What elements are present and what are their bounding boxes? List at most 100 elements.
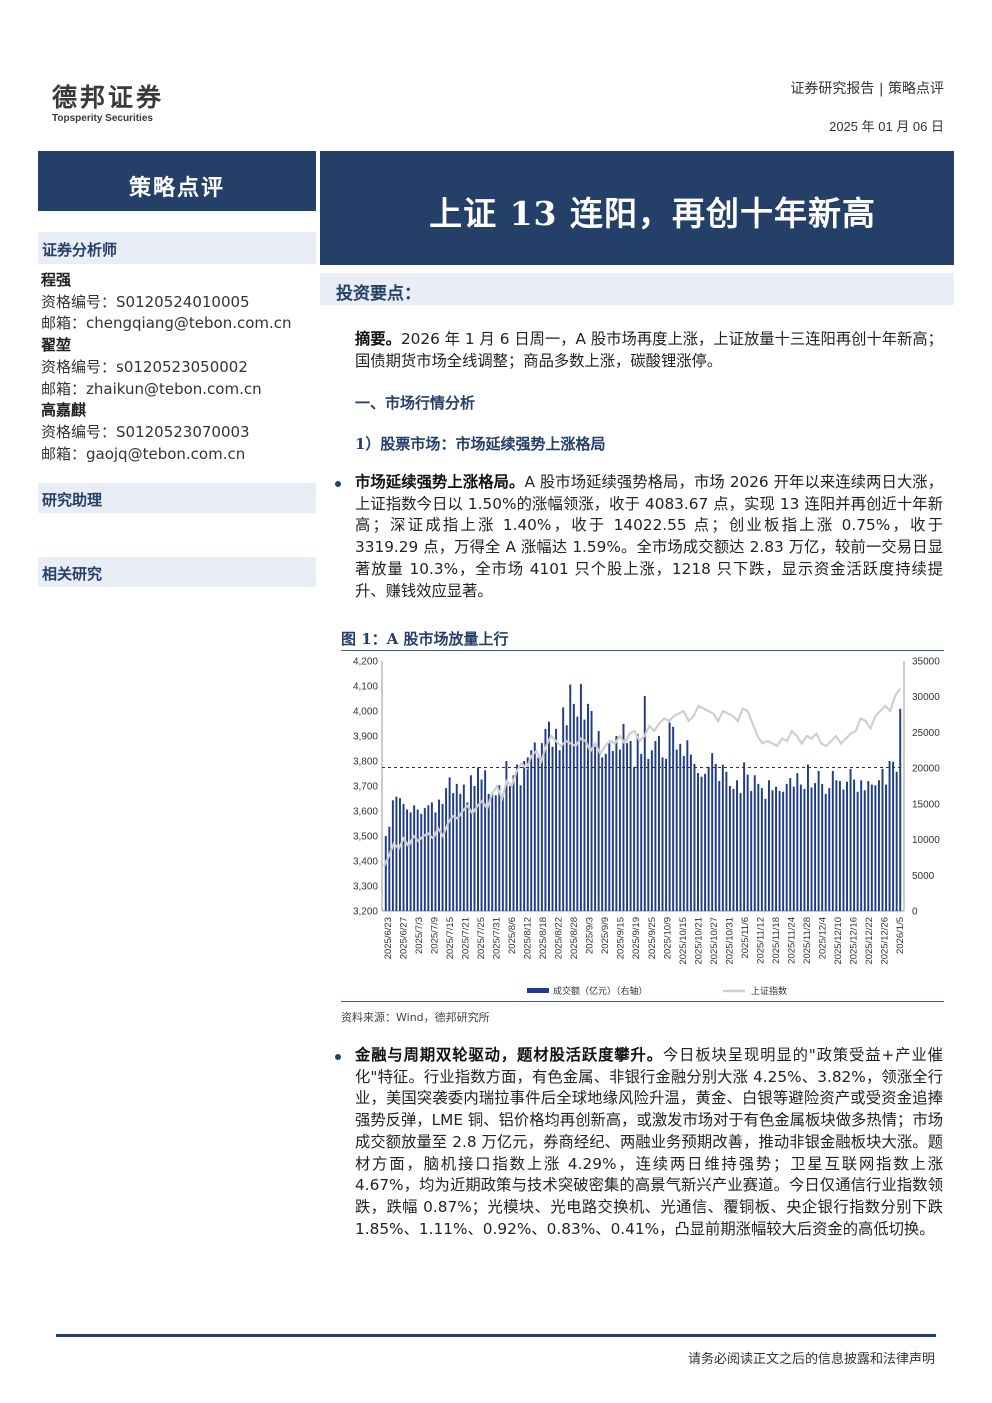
x-tick-label: 2025/11/24 [786,917,797,964]
x-tick-label: 2025/11/18 [771,917,782,964]
volume-bar [423,808,426,911]
volume-bar [530,750,533,911]
right-tick-label: 15000 [912,799,940,810]
volume-bar [398,798,401,911]
x-tick-label: 2025/12/26 [880,917,891,965]
volume-bar [736,780,738,911]
x-tick-label: 2025/8/6 [507,917,518,954]
x-tick-label: 2025/6/23 [383,917,394,959]
left-tick-label: 3,500 [353,832,378,843]
volume-bar [856,791,859,911]
volume-bar [693,763,696,911]
volume-bar [388,826,391,911]
x-tick-label: 2025/9/15 [616,917,627,959]
figure-title: 图 1：A 股市场放量上行 [341,630,509,648]
volume-bar [572,703,575,911]
x-tick-label: 2025/9/19 [631,917,642,959]
volume-bar [650,750,653,911]
analyst-email[interactable]: 邮箱：gaojq@tebon.com.cn [41,444,316,466]
volume-bar [391,800,394,911]
right-tick-label: 20000 [912,764,940,775]
volume-bar [406,809,409,911]
volume-bar [714,763,717,911]
analyst-name: 高嘉麒 [41,401,87,420]
volume-bar [384,836,387,911]
analyst-cert: 资格编号：s0120523050002 [41,357,248,376]
volume-bar [484,770,487,911]
right-tick-label: 30000 [912,692,940,703]
volume-bar [746,774,749,911]
bullet-text: A 股市场延续强势格局，市场 2026 开年以来连续两日大涨，上证指数今日以 1… [355,473,943,600]
chart-svg: 3,200 3,300 3,400 3,500 3,600 3,700 3,800 3,900… [353,657,940,998]
volume-bar [604,753,607,911]
bullet-dot [335,1054,341,1060]
left-tick-label: 3,800 [353,757,378,768]
volume-bar [892,761,895,911]
volume-bar [821,783,824,911]
volume-bar [469,775,472,911]
company-logo: 德邦证券 Topsperity Securities [52,84,164,125]
analyst-email[interactable]: 邮箱：chengqiang@tebon.com.cn [41,313,316,335]
bullet-label: 金融与周期双轮驱动，题材股活跃度攀升。 [355,1046,663,1064]
volume-bar [416,809,419,911]
x-tick-label: 2025/12/4 [817,917,828,959]
volume-bar [877,780,880,911]
x-tick-label: 2025/7/3 [414,917,425,954]
volume-bar [824,793,827,911]
volume-bar [494,795,497,911]
title-banner: 上证 13 连阳，再创十年新高 [320,151,954,265]
volume-bar [689,754,692,911]
volume-bar [700,776,703,911]
volume-bar [477,767,479,911]
volume-bar [803,788,806,911]
section-heading: 一、市场行情分析 [355,394,476,412]
left-tick-label: 3,700 [353,782,378,793]
footer-divider [56,1334,936,1337]
volume-bar [544,728,547,911]
left-tick-label: 3,900 [353,732,378,743]
analyst-block: 高嘉麒 资格编号：S0120523070003 邮箱：gaojq@tebon.c… [41,400,316,465]
left-tick-label: 4,000 [353,707,378,718]
volume-bar [796,773,799,911]
volume-bar [611,751,614,911]
volume-bar [448,777,451,911]
volume-bar [799,784,802,911]
volume-bar [718,781,721,911]
volume-bar [438,799,440,911]
analyst-block: 翟堃 资格编号：s0120523050002 邮箱：zhaikun@tebon.… [41,335,316,400]
volume-bar [473,786,476,911]
volume-bar [441,803,444,911]
volume-bar [764,798,767,911]
volume-bar [672,726,675,911]
volume-bar [807,764,809,911]
volume-bar [640,753,643,911]
right-tick-label: 10000 [912,835,940,846]
x-tick-label: 2025/11/12 [755,917,766,964]
volume-bar [526,757,529,911]
volume-bar [579,683,582,911]
volume-bar [728,786,731,911]
left-tick-label: 3,400 [353,857,378,868]
volume-bar [697,773,699,911]
volume-bar [590,711,593,911]
volume-bar [402,803,405,911]
volume-bar [555,728,558,911]
volume-bar [707,766,710,911]
analyst-cert: 资格编号：S0120523070003 [41,422,250,441]
volume-bar [838,781,841,911]
volume-bar [565,725,568,911]
volume-bar [870,784,873,911]
analyst-email[interactable]: 邮箱：zhaikun@tebon.com.cn [41,379,316,401]
volume-bar [629,741,632,911]
x-tick-label: 2025/6/27 [399,917,410,959]
volume-bar [778,791,781,911]
volume-bar [732,788,735,911]
legend-label-volume: 成交额（亿元）（右轴） [553,985,648,997]
volume-bar [817,771,820,911]
volume-bar [594,746,597,911]
volume-bar [487,793,490,911]
x-tick-label: 2025/10/21 [693,917,704,965]
volume-bar [721,764,724,911]
assistant-heading: 研究助理 [42,491,103,509]
volume-bar [881,768,884,911]
